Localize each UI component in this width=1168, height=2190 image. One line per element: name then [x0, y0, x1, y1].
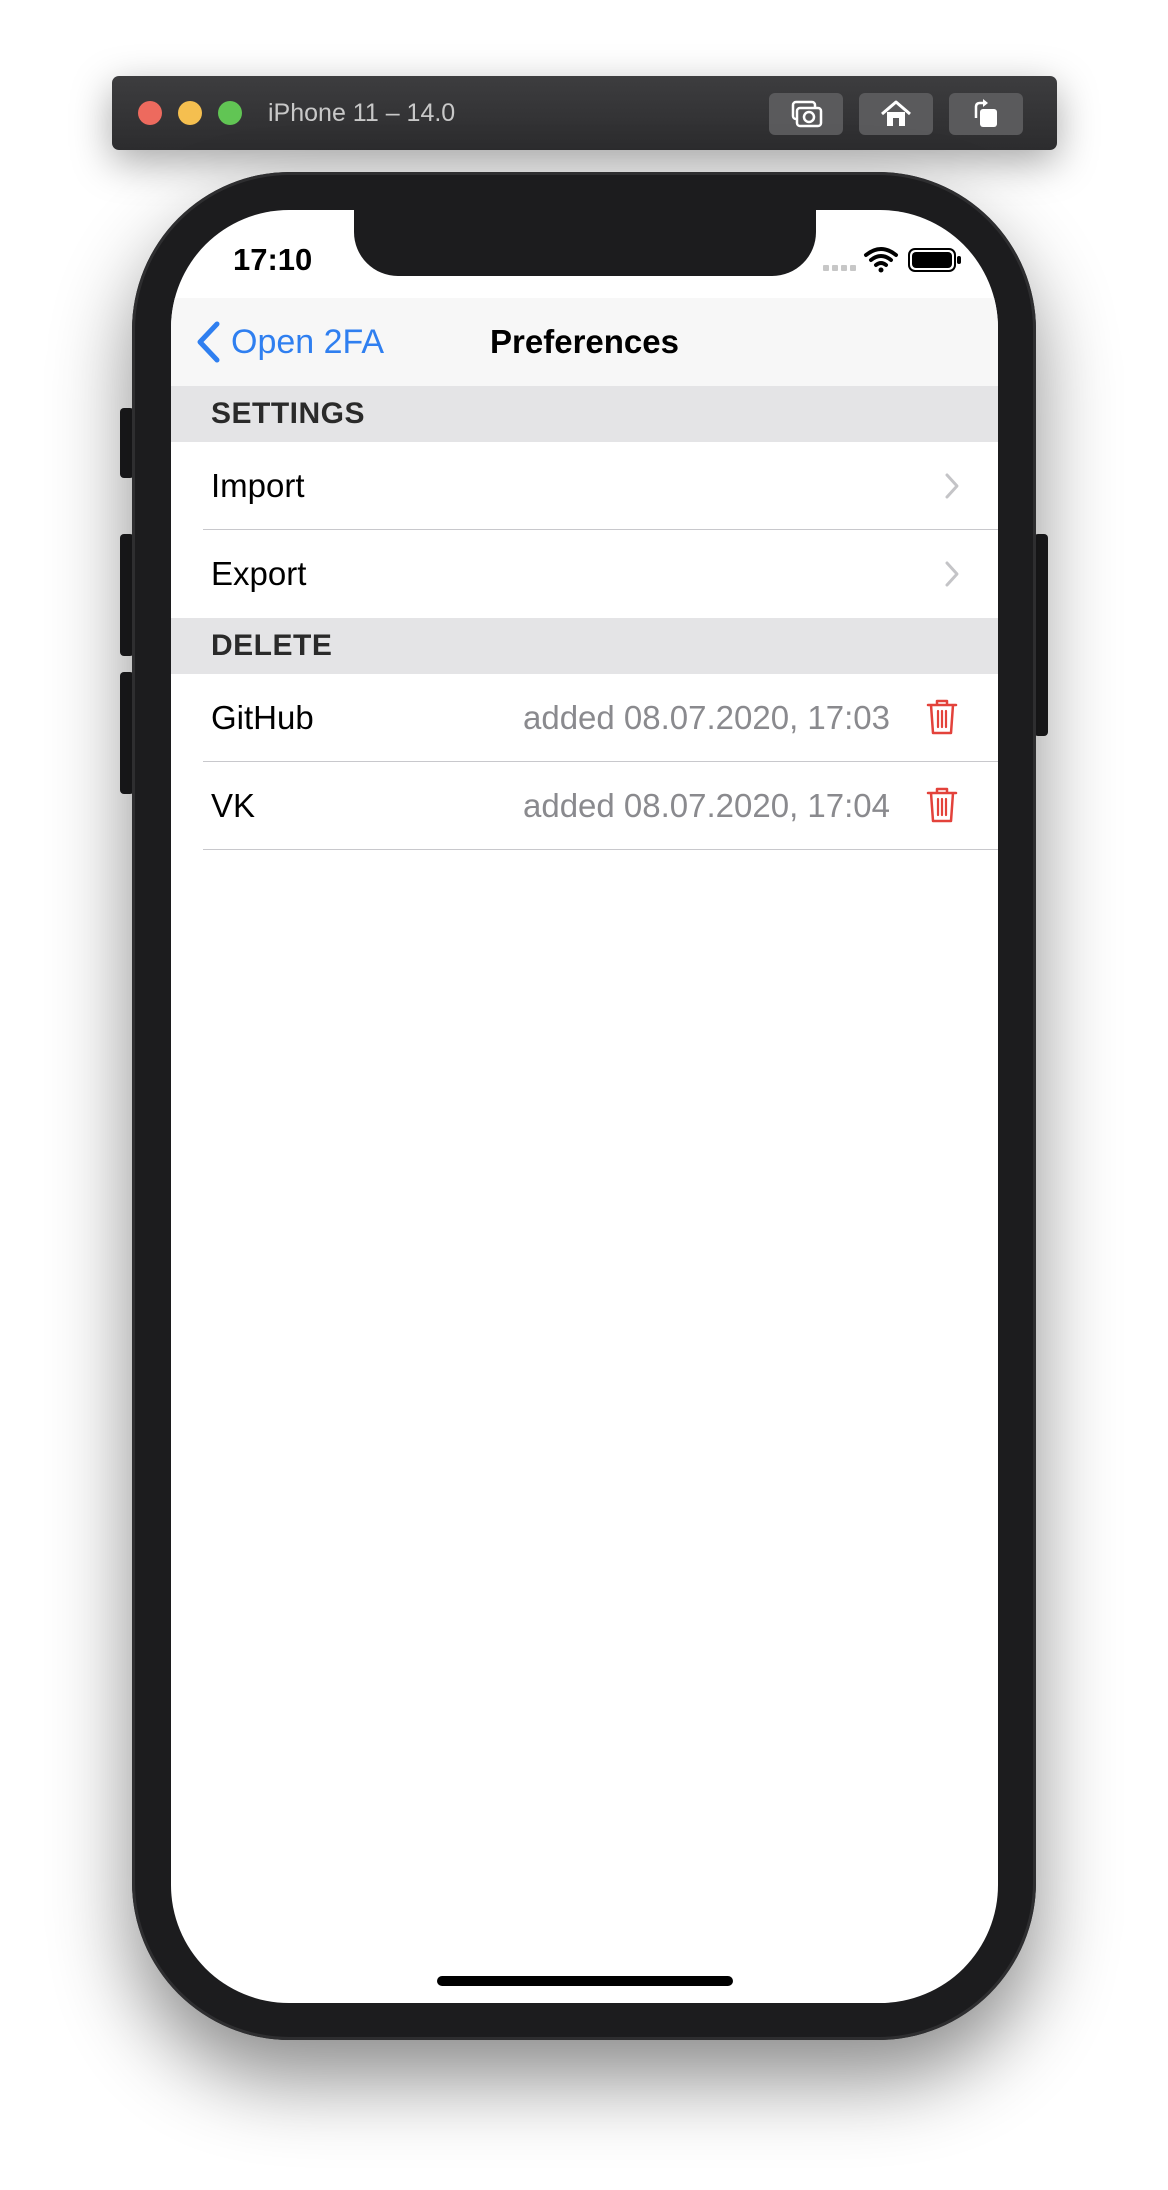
- home-icon: [881, 100, 911, 126]
- trash-icon[interactable]: [926, 698, 958, 736]
- delete-row-vk: VK added 08.07.2020, 17:04: [171, 762, 998, 850]
- screenshot-icon: [791, 100, 823, 128]
- page-title: Preferences: [490, 323, 679, 360]
- navigation-bar: Open 2FA Preferences: [171, 298, 998, 387]
- window-minimize-button[interactable]: [178, 101, 202, 125]
- home-button[interactable]: [859, 93, 933, 135]
- notch: [354, 210, 816, 276]
- chevron-right-icon: [945, 561, 959, 587]
- rotate-icon: [974, 99, 997, 127]
- section-header-delete: DELETE: [171, 618, 998, 674]
- row-label: GitHub: [211, 699, 314, 736]
- simulator-titlebar: iPhone 11 – 14.0: [112, 76, 1057, 150]
- settings-row-export[interactable]: Export: [171, 530, 998, 618]
- section-header-settings: SETTINGS: [171, 386, 998, 442]
- simulator-stage: iPhone 11 – 14.0 17:10 Open 2FA Preferen…: [0, 0, 1168, 2190]
- power-button: [1034, 534, 1048, 736]
- window-close-button[interactable]: [138, 101, 162, 125]
- rotate-button[interactable]: [949, 93, 1023, 135]
- row-label: VK: [211, 787, 256, 824]
- row-separator: [203, 849, 998, 850]
- battery-icon: [908, 248, 961, 272]
- delete-row-github: GitHub added 08.07.2020, 17:03: [171, 674, 998, 762]
- chevron-right-icon: [945, 473, 959, 499]
- simulator-title: iPhone 11 – 14.0: [268, 99, 456, 127]
- row-label: Export: [211, 555, 307, 592]
- settings-row-import[interactable]: Import: [171, 442, 998, 530]
- home-indicator[interactable]: [437, 1976, 733, 1986]
- cellular-icon: [823, 265, 856, 271]
- device-screen: 17:10 Open 2FA Preferences SETTINGS Impo…: [171, 210, 998, 2003]
- status-icons: [821, 245, 971, 275]
- added-date: added 08.07.2020, 17:03: [522, 699, 890, 736]
- status-time: 17:10: [233, 242, 313, 277]
- row-label: Import: [211, 467, 305, 504]
- window-zoom-button[interactable]: [218, 101, 242, 125]
- wifi-icon: [864, 247, 898, 273]
- screenshot-button[interactable]: [769, 93, 843, 135]
- added-date: added 08.07.2020, 17:04: [522, 787, 890, 824]
- trash-icon[interactable]: [926, 786, 958, 824]
